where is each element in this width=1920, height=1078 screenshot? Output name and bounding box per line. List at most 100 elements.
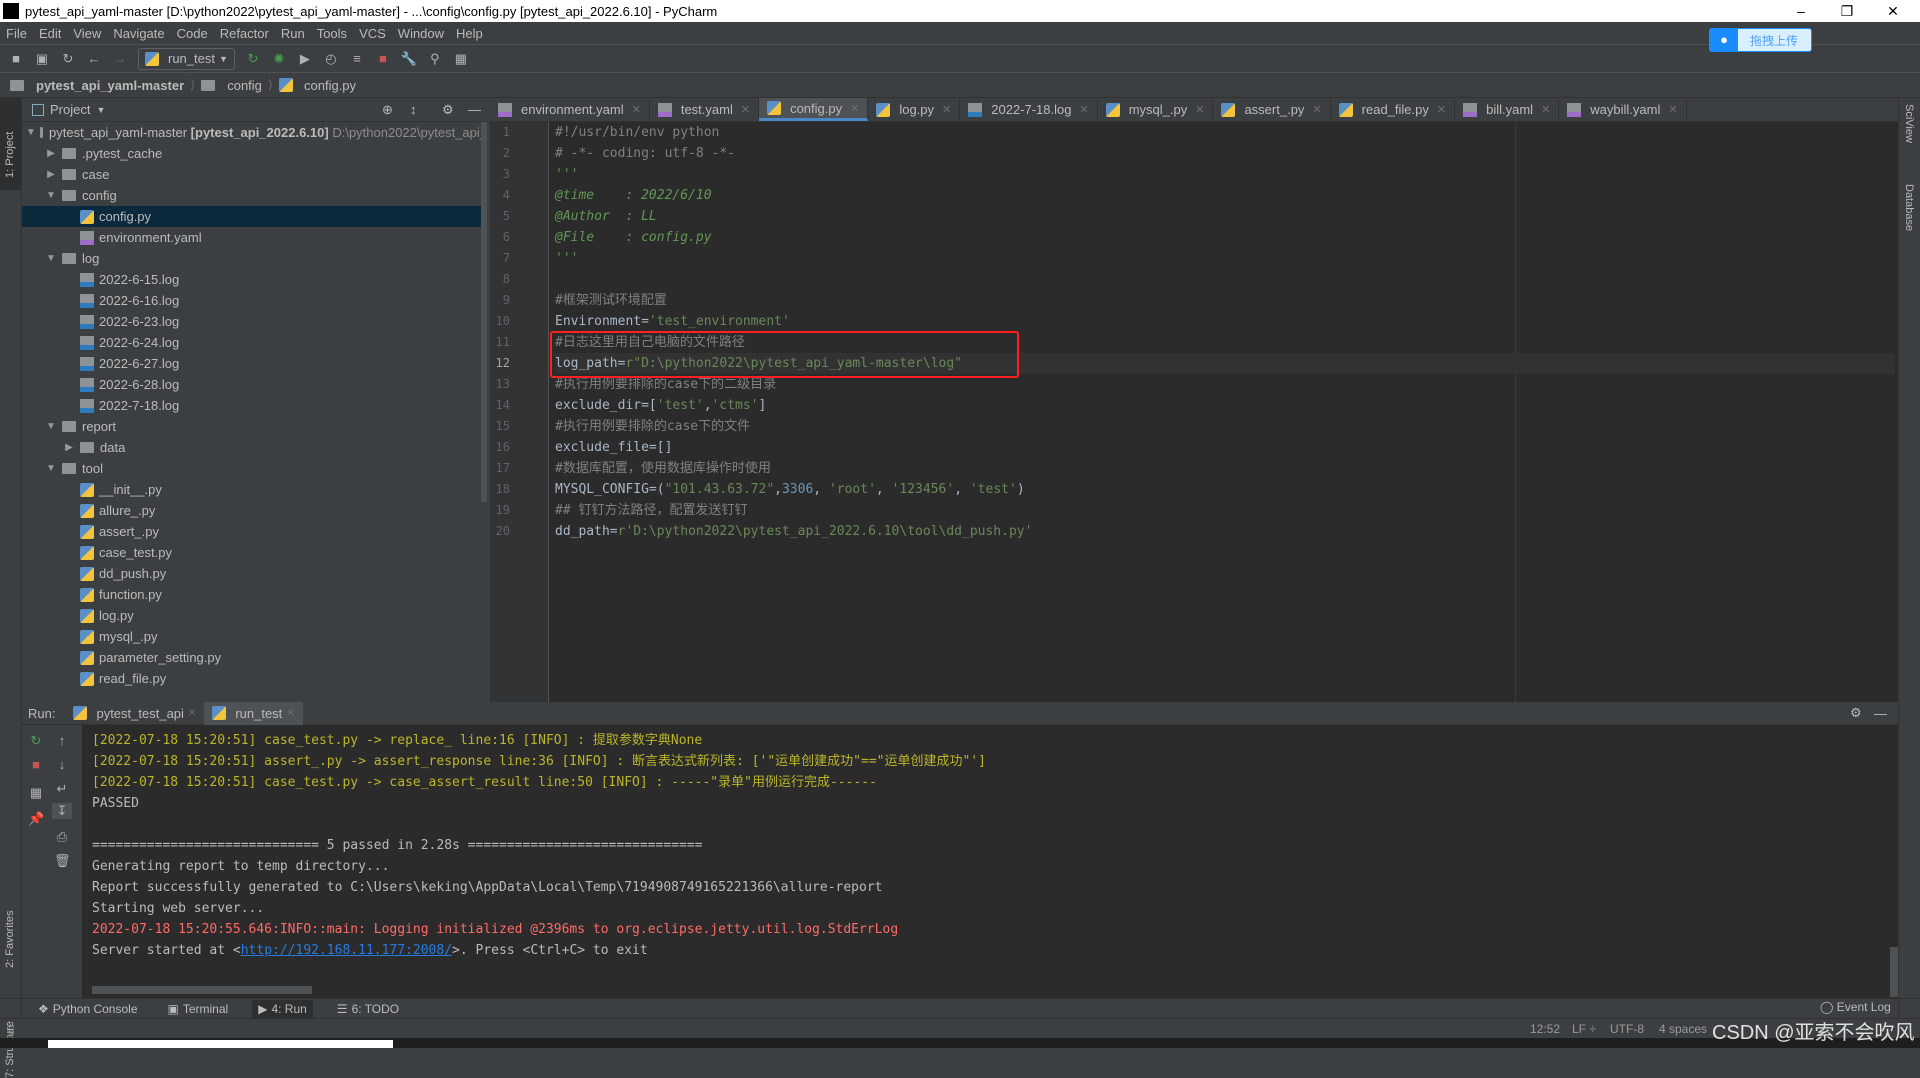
line-separator[interactable]: LF ÷ [1572, 1022, 1596, 1036]
tree-item[interactable]: case_test.py [22, 542, 487, 563]
code-line[interactable]: # -*- coding: utf-8 -*- [555, 143, 1895, 164]
bottom-tab[interactable]: ▣ Terminal [162, 1000, 235, 1018]
debug-icon[interactable]: ✺ [271, 51, 287, 67]
tree-item[interactable]: environment.yaml [22, 227, 487, 248]
tree-item[interactable]: ▼ log [22, 248, 487, 269]
editor-tab[interactable]: log.py ✕ [868, 98, 961, 121]
expand-arrow-icon[interactable]: ▼ [26, 127, 36, 138]
bottom-tab[interactable]: ❖ Python Console [32, 1000, 144, 1018]
tree-item[interactable]: 2022-6-27.log [22, 353, 487, 374]
menu-help[interactable]: Help [456, 26, 483, 41]
gear-icon[interactable]: ⚙ [1850, 705, 1862, 721]
coverage-icon[interactable]: ▶ [297, 51, 313, 67]
run-tab[interactable]: pytest_test_api ✕ [65, 702, 204, 725]
tree-item[interactable]: ▼ config [22, 185, 487, 206]
editor-tab[interactable]: environment.yaml ✕ [490, 98, 650, 121]
tree-item[interactable]: 2022-6-16.log [22, 290, 487, 311]
expand-arrow-icon[interactable]: ▼ [44, 421, 58, 432]
menu-tools[interactable]: Tools [317, 26, 347, 41]
back-icon[interactable]: ← [86, 51, 102, 66]
close-tab-icon[interactable]: ✕ [1437, 103, 1446, 116]
project-scrollbar[interactable] [481, 122, 487, 502]
editor-tab[interactable]: assert_.py ✕ [1213, 98, 1331, 121]
up-arrow-icon[interactable]: ↑ [54, 733, 70, 748]
chevron-down-icon[interactable]: ▼ [96, 105, 105, 115]
project-view-select[interactable]: Project [50, 102, 90, 117]
run-tab[interactable]: run_test ✕ [204, 701, 303, 725]
save-icon[interactable]: ▣ [34, 51, 50, 67]
open-icon[interactable]: ■ [8, 51, 24, 66]
close-tab-icon[interactable]: ✕ [741, 103, 750, 116]
code-line[interactable]: @time : 2022/6/10 [555, 185, 1895, 206]
expand-arrow-icon[interactable]: ▶ [44, 169, 58, 180]
indent-setting[interactable]: 4 spaces [1659, 1022, 1707, 1036]
code-line[interactable]: exclude_dir=['test','ctms'] [555, 395, 1895, 416]
close-tab-icon[interactable]: ✕ [1668, 103, 1677, 116]
tree-item[interactable]: ▶ case [22, 164, 487, 185]
code-line[interactable]: @File : config.py [555, 227, 1895, 248]
tree-item[interactable]: config.py [22, 206, 487, 227]
tree-item[interactable]: ▶ .pytest_cache [22, 143, 487, 164]
menu-code[interactable]: Code [177, 26, 208, 41]
code-line[interactable]: ''' [555, 164, 1895, 185]
gear-icon[interactable]: ⚙ [442, 102, 454, 118]
code-line[interactable]: exclude_file=[] [555, 437, 1895, 458]
breadcrumb-root[interactable]: pytest_api_yaml-master [36, 78, 184, 93]
editor-tab[interactable]: 2022-7-18.log ✕ [960, 98, 1098, 121]
tree-item[interactable]: parameter_setting.py [22, 647, 487, 668]
stop-icon[interactable]: ■ [375, 51, 391, 66]
close-tab-icon[interactable]: ✕ [942, 103, 951, 116]
hide-icon[interactable]: — [468, 102, 481, 117]
pin-icon[interactable]: 📌 [28, 811, 44, 827]
bottom-tab[interactable]: ▶ 4: Run [252, 999, 313, 1018]
expand-arrow-icon[interactable]: ▼ [44, 253, 58, 264]
run-config-select[interactable]: run_test ▼ [138, 47, 235, 70]
close-tab-icon[interactable]: ✕ [286, 708, 294, 719]
tree-item[interactable]: function.py [22, 584, 487, 605]
expand-arrow-icon[interactable]: ▶ [62, 442, 76, 453]
console-h-scrollbar[interactable] [92, 986, 312, 994]
tree-item[interactable]: 2022-6-28.log [22, 374, 487, 395]
editor-tab[interactable]: read_file.py ✕ [1331, 98, 1456, 121]
menu-vcs[interactable]: VCS [359, 26, 386, 41]
tree-item[interactable]: allure_.py [22, 500, 487, 521]
tree-root[interactable]: ▼ pytest_api_yaml-master [pytest_api_202… [22, 122, 487, 143]
breadcrumb-config[interactable]: config [227, 78, 262, 93]
close-tab-icon[interactable]: ✕ [1079, 103, 1088, 116]
editor-tab[interactable]: config.py ✕ [759, 98, 869, 121]
tree-item[interactable]: read_file.py [22, 668, 487, 689]
tree-item[interactable]: __init__.py [22, 479, 487, 500]
close-tab-icon[interactable]: ✕ [1541, 103, 1550, 116]
menu-window[interactable]: Window [398, 26, 444, 41]
menu-file[interactable]: File [6, 26, 27, 41]
close-tab-icon[interactable]: ✕ [1312, 103, 1321, 116]
file-encoding[interactable]: UTF-8 [1610, 1022, 1644, 1036]
maximize-button[interactable]: ❐ [1824, 0, 1870, 22]
close-button[interactable]: ✕ [1870, 0, 1916, 22]
event-log-button[interactable]: ◯ Event Log [1820, 1000, 1891, 1014]
vcs-icon[interactable]: ▦ [453, 51, 469, 67]
tree-item[interactable]: 2022-6-23.log [22, 311, 487, 332]
forward-icon[interactable]: → [112, 51, 128, 66]
bottom-tab[interactable]: ☰ 6: TODO [331, 1000, 405, 1018]
project-tool-button[interactable]: 1: Project [0, 98, 21, 190]
down-arrow-icon[interactable]: ↓ [54, 757, 70, 772]
code-line[interactable]: ''' [555, 248, 1895, 269]
tree-item[interactable]: ▼ tool [22, 458, 487, 479]
menu-navigate[interactable]: Navigate [113, 26, 164, 41]
code-line[interactable]: @Author : LL [555, 206, 1895, 227]
server-link[interactable]: http://192.168.11.177:2008/ [241, 943, 452, 958]
minimize-button[interactable]: – [1778, 0, 1824, 22]
editor-tab[interactable]: test.yaml ✕ [650, 98, 760, 121]
breadcrumb-file[interactable]: config.py [304, 78, 356, 93]
code-line[interactable] [555, 269, 1895, 290]
tree-item[interactable]: 2022-6-15.log [22, 269, 487, 290]
code-line[interactable]: ## 钉钉方法路径，配置发送钉钉 [555, 500, 1895, 521]
expand-arrow-icon[interactable]: ▼ [44, 463, 58, 474]
expand-arrow-icon[interactable]: ▶ [44, 148, 58, 159]
stop-icon[interactable]: ■ [28, 757, 44, 772]
sync-icon[interactable]: ↻ [60, 51, 76, 67]
wrench-icon[interactable]: 🔧 [401, 51, 417, 67]
tree-item[interactable]: ▼ report [22, 416, 487, 437]
code-line[interactable]: #数据库配置，使用数据库操作时使用 [555, 458, 1895, 479]
